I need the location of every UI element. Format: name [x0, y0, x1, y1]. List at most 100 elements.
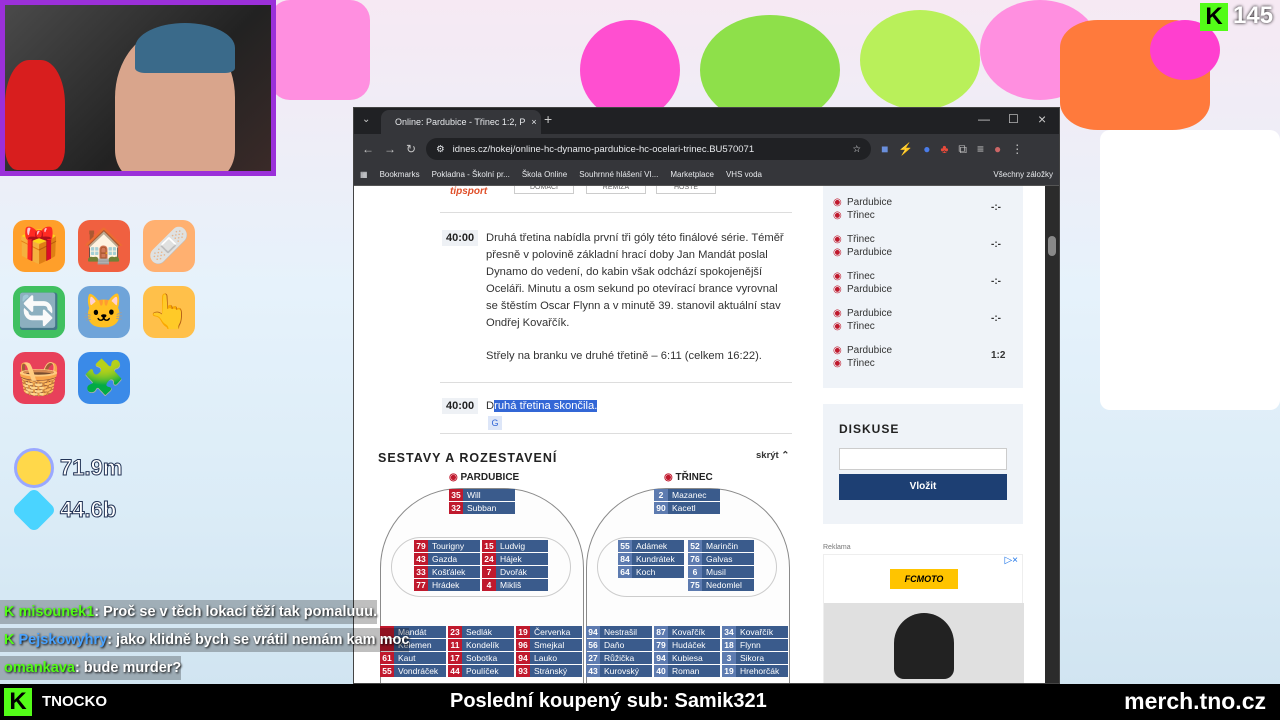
- player-tag[interactable]: 55 Adámek: [618, 540, 684, 552]
- player-tag[interactable]: 43 Gazda: [414, 553, 480, 565]
- url-field[interactable]: ⚙ idnes.cz/hokej/online-hc-dynamo-pardub…: [426, 138, 872, 160]
- gift-icon[interactable]: 🎁: [13, 220, 65, 272]
- player-tag[interactable]: 32 Subban: [449, 502, 515, 514]
- translate-icon[interactable]: ■: [881, 142, 888, 156]
- player-tag[interactable]: 77 Hrádek: [414, 579, 480, 591]
- minimize-icon[interactable]: —: [978, 112, 990, 126]
- site-info-icon[interactable]: ⚙: [436, 144, 445, 155]
- player-tag[interactable]: 2 Mazanec: [654, 489, 720, 501]
- discussion-submit-button[interactable]: Vložit: [839, 474, 1007, 500]
- player-tag[interactable]: 94 Lauko: [516, 652, 582, 664]
- advertisement[interactable]: FCMOTO ▷×: [823, 554, 1024, 683]
- home-icon[interactable]: 🏠: [78, 220, 130, 272]
- player-tag[interactable]: 19 Červenka: [516, 626, 582, 638]
- pet-icon[interactable]: 🐱: [78, 286, 130, 338]
- player-tag[interactable]: 33 Košťálek: [414, 566, 480, 578]
- player-tag[interactable]: 11 Kondelík: [448, 639, 514, 651]
- player-tag[interactable]: 43 Kurovský: [586, 665, 652, 677]
- bet-draw-button[interactable]: REMÍZA: [586, 186, 646, 194]
- translate-popup-icon[interactable]: G: [488, 416, 502, 430]
- player-tag[interactable]: 79 Hudáček: [654, 639, 720, 651]
- bet-away-button[interactable]: HOSTÉ: [656, 186, 716, 194]
- match-item[interactable]: ◉ Pardubice ◉ Třinec: [833, 196, 892, 222]
- player-tag[interactable]: 56 Daňo: [586, 639, 652, 651]
- home-team-name: PARDUBICE: [460, 472, 520, 483]
- player-tag[interactable]: 64 Koch: [618, 566, 684, 578]
- player-tag[interactable]: 84 Kundrátek: [618, 553, 684, 565]
- player-tag[interactable]: 19 Hrehorčák: [722, 665, 788, 677]
- player-tag[interactable]: 79 Tourigny: [414, 540, 480, 552]
- player-tag[interactable]: 7 Dvořák: [482, 566, 548, 578]
- player-tag[interactable]: 40 Roman: [654, 665, 720, 677]
- player-tag[interactable]: 17 Sobotka: [448, 652, 514, 664]
- discussion-input[interactable]: [839, 448, 1007, 470]
- match-score: -:-: [991, 239, 1001, 250]
- tab-search-icon[interactable]: ⌄: [362, 114, 370, 125]
- bandage-icon[interactable]: 🩹: [143, 220, 195, 272]
- player-number: 19: [722, 665, 736, 677]
- match-item[interactable]: ◉ Pardubice ◉ Třinec: [833, 307, 892, 333]
- menu-icon[interactable]: ⋮: [1011, 142, 1023, 156]
- puzzle-icon[interactable]: 🧩: [78, 352, 130, 404]
- player-tag[interactable]: 3 Sikora: [722, 652, 788, 664]
- match-item[interactable]: ◉ Pardubice ◉ Třinec: [833, 344, 892, 370]
- back-icon[interactable]: ←: [362, 142, 374, 156]
- player-tag[interactable]: 44 Poulíček: [448, 665, 514, 677]
- extensions-icon[interactable]: ⧉: [958, 142, 967, 157]
- player-tag[interactable]: 27 Růžička: [586, 652, 652, 664]
- match-item[interactable]: ◉ Třinec ◉ Pardubice: [833, 270, 892, 296]
- tab-active[interactable]: Online: Pardubice - Třinec 1:2, P ×: [381, 110, 541, 134]
- player-tag[interactable]: 24 Hájek: [482, 553, 548, 565]
- all-bookmarks[interactable]: Všechny záložky: [993, 170, 1053, 179]
- hide-toggle[interactable]: skrýt ⌃: [756, 450, 789, 461]
- selected-text[interactable]: ruhá třetina skončila.: [494, 400, 598, 412]
- extension-icon[interactable]: ⚡: [898, 142, 913, 156]
- maximize-icon[interactable]: ☐: [1008, 112, 1019, 126]
- close-tab-icon[interactable]: ×: [531, 117, 536, 127]
- player-tag[interactable]: 87 Kovařčík: [654, 626, 720, 638]
- player-tag[interactable]: 94 Kubiesa: [654, 652, 720, 664]
- player-tag[interactable]: 90 Kacetl: [654, 502, 720, 514]
- player-tag[interactable]: 15 Ludvig: [482, 540, 548, 552]
- apps-icon[interactable]: ▦: [360, 170, 368, 179]
- forward-icon[interactable]: →: [384, 142, 396, 156]
- match-item[interactable]: ◉ Třinec ◉ Pardubice: [833, 233, 892, 259]
- scrollbar-thumb[interactable]: [1048, 236, 1056, 256]
- player-tag[interactable]: 94 Nestrašil: [586, 626, 652, 638]
- reload-icon[interactable]: ↻: [406, 142, 416, 156]
- bookmark-item[interactable]: VHS voda: [726, 170, 762, 179]
- player-tag[interactable]: 23 Sedlák: [448, 626, 514, 638]
- player-tag[interactable]: 35 Will: [449, 489, 515, 501]
- bookmark-item[interactable]: Pokladna - Školní pr...: [432, 170, 510, 179]
- extension-icon[interactable]: ♣: [941, 142, 949, 156]
- basket-icon[interactable]: 🧺: [13, 352, 65, 404]
- ad-choices-icon[interactable]: ▷×: [1004, 555, 1018, 566]
- page-scrollbar[interactable]: [1045, 186, 1059, 683]
- player-tag[interactable]: 96 Smejkal: [516, 639, 582, 651]
- player-tag[interactable]: 6 Musil: [688, 566, 754, 578]
- bookmark-item[interactable]: Marketplace: [670, 170, 714, 179]
- player-tag[interactable]: 76 Galvas: [688, 553, 754, 565]
- player-tag[interactable]: 34 Kovařčík: [722, 626, 788, 638]
- player-tag[interactable]: 75 Nedomlel: [688, 579, 754, 591]
- bookmark-item[interactable]: Bookmarks: [380, 170, 420, 179]
- bookmark-star-icon[interactable]: ☆: [853, 144, 862, 155]
- bookmark-item[interactable]: Souhrnné hlášení VI...: [579, 170, 658, 179]
- trade-icon[interactable]: 🔄: [13, 286, 65, 338]
- new-tab-icon[interactable]: +: [544, 111, 552, 127]
- bet-home-button[interactable]: DOMÁCÍ: [514, 186, 574, 194]
- player-name: Lauko: [534, 653, 558, 663]
- player-tag[interactable]: 93 Stránský: [516, 665, 582, 677]
- player-tag[interactable]: 18 Flynn: [722, 639, 788, 651]
- player-name: Kubiesa: [672, 653, 703, 663]
- reading-list-icon[interactable]: ≡: [977, 142, 984, 156]
- player-tag[interactable]: 4 Mikliš: [482, 579, 548, 591]
- extension-icon[interactable]: ●: [923, 142, 930, 156]
- channel-name: TNOCKO: [42, 693, 107, 710]
- away-team-name: TŘINEC: [675, 472, 713, 483]
- player-tag[interactable]: 52 Marinčin: [688, 540, 754, 552]
- profile-avatar[interactable]: ●: [994, 142, 1001, 156]
- hand-pointer-icon[interactable]: 👆: [143, 286, 195, 338]
- bookmark-item[interactable]: Škola Online: [522, 170, 567, 179]
- close-window-icon[interactable]: ×: [1038, 111, 1046, 127]
